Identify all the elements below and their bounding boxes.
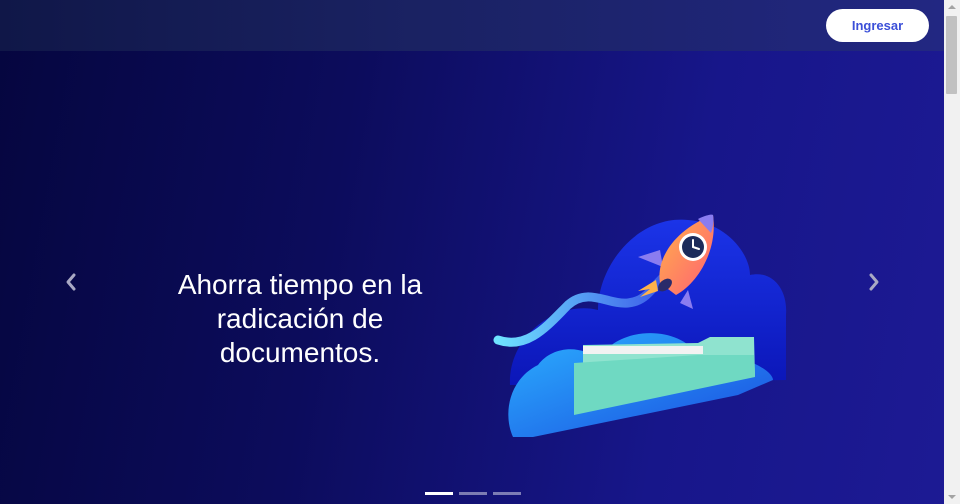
- login-button[interactable]: Ingresar: [826, 9, 929, 42]
- carousel-indicator-1[interactable]: [425, 492, 453, 495]
- carousel-indicator-3[interactable]: [493, 492, 521, 495]
- top-navbar: Ingresar: [0, 0, 944, 51]
- chevron-right-icon: [869, 273, 879, 291]
- carousel-next-button[interactable]: [860, 268, 888, 296]
- scroll-down-icon[interactable]: [948, 495, 956, 499]
- vertical-scrollbar[interactable]: [944, 0, 960, 504]
- rocket-folder-illustration: [493, 214, 787, 437]
- carousel-indicator-2[interactable]: [459, 492, 487, 495]
- landing-page: Ingresar Ahorra tiempo en la radicación …: [0, 0, 960, 504]
- scroll-up-icon[interactable]: [948, 5, 956, 9]
- carousel-indicators: [425, 492, 521, 495]
- carousel-prev-button[interactable]: [57, 268, 85, 296]
- slide-caption: Ahorra tiempo en la radicación de docume…: [177, 269, 423, 368]
- scrollbar-thumb[interactable]: [946, 16, 957, 94]
- chevron-left-icon: [66, 273, 76, 291]
